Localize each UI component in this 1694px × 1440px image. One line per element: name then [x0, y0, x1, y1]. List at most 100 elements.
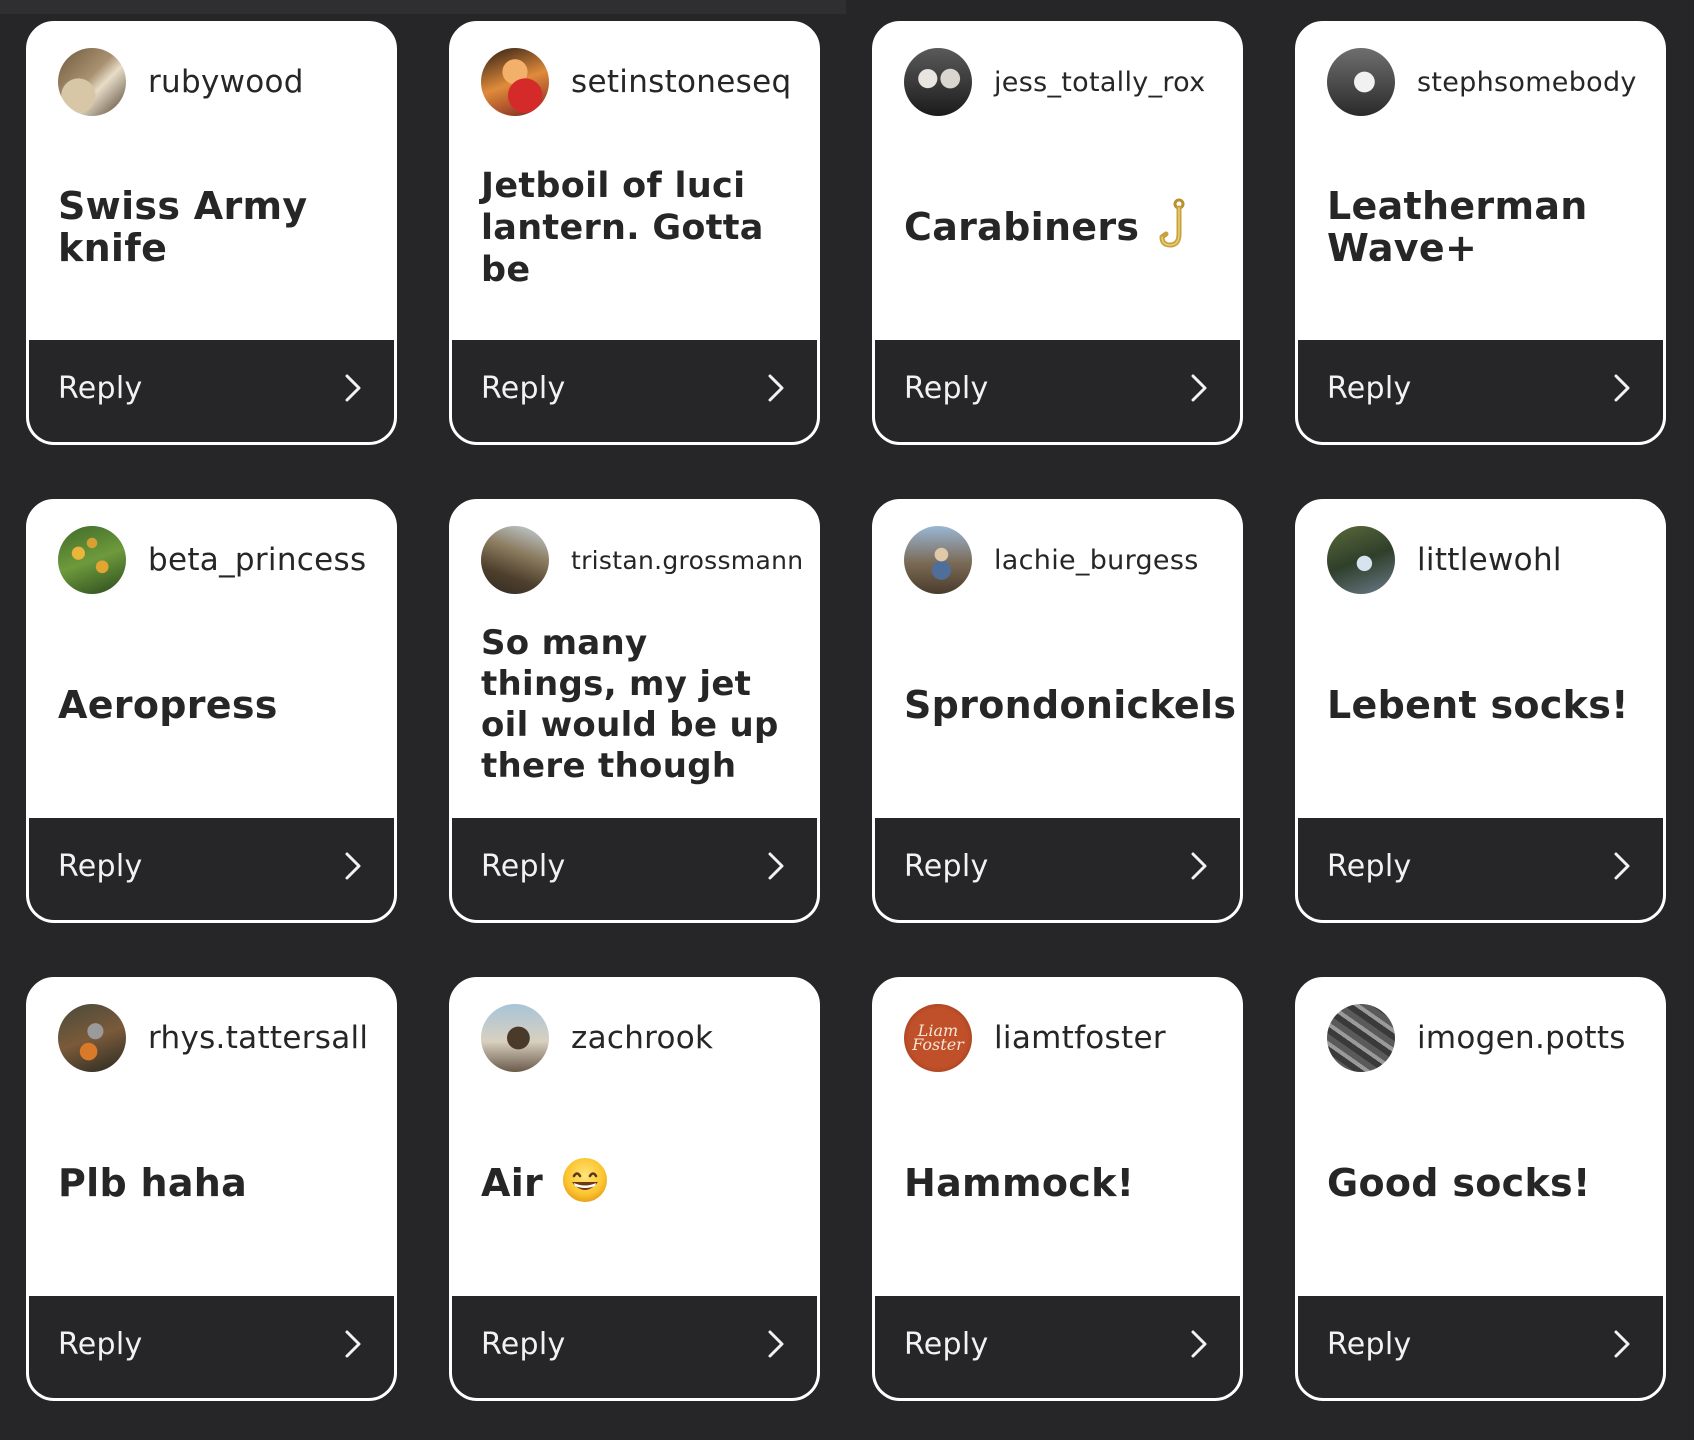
- avatar[interactable]: [58, 526, 126, 594]
- reply-card: rhys.tattersall Plb haha Reply: [26, 977, 397, 1401]
- chevron-right-icon: [1607, 1329, 1637, 1359]
- reply-card: tristan.grossmann So many things, my jet…: [449, 499, 820, 923]
- chevron-right-icon: [761, 373, 791, 403]
- card-header: imogen.potts: [1327, 1003, 1649, 1073]
- reply-card: zachrook Air Reply: [449, 977, 820, 1401]
- card-header: lachie_burgess: [904, 525, 1226, 595]
- avatar[interactable]: Liam Foster: [904, 1004, 972, 1072]
- card-content: Liam Foster liamtfoster Hammock!: [875, 980, 1240, 1296]
- username[interactable]: zachrook: [571, 1020, 713, 1056]
- reply-label: Reply: [1327, 1326, 1412, 1362]
- message-text: Carabiners: [904, 124, 1218, 332]
- reply-button[interactable]: Reply: [875, 1296, 1240, 1398]
- username[interactable]: liamtfoster: [994, 1020, 1166, 1056]
- reply-button[interactable]: Reply: [1298, 818, 1663, 920]
- reply-button[interactable]: Reply: [452, 818, 817, 920]
- card-content: setinstoneseq Jetboil of luci lantern. G…: [452, 24, 817, 340]
- reply-label: Reply: [481, 370, 566, 406]
- message-body: Sprondonickels: [904, 683, 1237, 728]
- username[interactable]: tristan.grossmann: [571, 546, 803, 575]
- card-content: stephsomebody Leatherman Wave+: [1298, 24, 1663, 340]
- avatar[interactable]: [1327, 48, 1395, 116]
- reply-button[interactable]: Reply: [29, 818, 394, 920]
- reply-button[interactable]: Reply: [1298, 340, 1663, 442]
- reply-card: setinstoneseq Jetboil of luci lantern. G…: [449, 21, 820, 445]
- reply-button[interactable]: Reply: [452, 1296, 817, 1398]
- username[interactable]: imogen.potts: [1417, 1020, 1626, 1056]
- avatar[interactable]: [904, 48, 972, 116]
- avatar[interactable]: [481, 526, 549, 594]
- reply-card: Liam Foster liamtfoster Hammock! Reply: [872, 977, 1243, 1401]
- card-content: lachie_burgess Sprondonickels: [875, 502, 1240, 818]
- reply-button[interactable]: Reply: [452, 340, 817, 442]
- reply-card: beta_princess Aeropress Reply: [26, 499, 397, 923]
- reply-label: Reply: [481, 848, 566, 884]
- message-text: Plb haha: [58, 1080, 372, 1288]
- card-header: Liam Foster liamtfoster: [904, 1003, 1226, 1073]
- reply-button[interactable]: Reply: [875, 340, 1240, 442]
- username[interactable]: rubywood: [148, 64, 304, 100]
- message-text: Lebent socks!: [1327, 602, 1641, 810]
- chevron-right-icon: [338, 1329, 368, 1359]
- message-text: Hammock!: [904, 1080, 1218, 1288]
- avatar[interactable]: [481, 1004, 549, 1072]
- message-text: Swiss Army knife: [58, 124, 372, 332]
- username[interactable]: rhys.tattersall: [148, 1020, 368, 1056]
- card-content: rubywood Swiss Army knife: [29, 24, 394, 340]
- reply-button[interactable]: Reply: [29, 1296, 394, 1398]
- avatar[interactable]: [1327, 1004, 1395, 1072]
- card-content: zachrook Air: [452, 980, 817, 1296]
- reply-label: Reply: [481, 1326, 566, 1362]
- message-body: Hammock!: [904, 1161, 1135, 1206]
- reply-label: Reply: [58, 1326, 143, 1362]
- reply-card: rubywood Swiss Army knife Reply: [26, 21, 397, 445]
- chevron-right-icon: [1184, 373, 1214, 403]
- message-text: Aeropress: [58, 602, 372, 810]
- message-text: Leatherman Wave+: [1327, 124, 1641, 332]
- avatar-logo: Liam Foster: [912, 1020, 964, 1054]
- card-content: littlewohl Lebent socks!: [1298, 502, 1663, 818]
- card-content: imogen.potts Good socks!: [1298, 980, 1663, 1296]
- avatar[interactable]: [1327, 526, 1395, 594]
- message-text: Sprondonickels: [904, 602, 1236, 810]
- card-content: beta_princess Aeropress: [29, 502, 394, 818]
- reply-button[interactable]: Reply: [875, 818, 1240, 920]
- username[interactable]: lachie_burgess: [994, 545, 1199, 576]
- username[interactable]: littlewohl: [1417, 542, 1562, 578]
- avatar[interactable]: [481, 48, 549, 116]
- reply-card: imogen.potts Good socks! Reply: [1295, 977, 1666, 1401]
- message-body: Swiss Army knife: [58, 184, 308, 270]
- card-content: rhys.tattersall Plb haha: [29, 980, 394, 1296]
- avatar[interactable]: [58, 48, 126, 116]
- message-body: Aeropress: [58, 683, 278, 728]
- reply-card: stephsomebody Leatherman Wave+ Reply: [1295, 21, 1666, 445]
- reply-label: Reply: [904, 370, 989, 406]
- avatar[interactable]: [904, 526, 972, 594]
- card-content: jess_totally_rox Carabiners: [875, 24, 1240, 340]
- replies-grid: rubywood Swiss Army knife Reply setinsto…: [26, 21, 1666, 1401]
- reply-label: Reply: [904, 1326, 989, 1362]
- username[interactable]: setinstoneseq: [571, 64, 791, 100]
- message-text: Jetboil of luci lantern. Gotta be: [481, 124, 795, 332]
- card-header: tristan.grossmann: [481, 525, 803, 595]
- card-header: zachrook: [481, 1003, 803, 1073]
- chevron-right-icon: [338, 373, 368, 403]
- message-body: Plb haha: [58, 1161, 248, 1206]
- username[interactable]: beta_princess: [148, 542, 366, 578]
- reply-button[interactable]: Reply: [29, 340, 394, 442]
- reply-button[interactable]: Reply: [1298, 1296, 1663, 1398]
- card-header: setinstoneseq: [481, 47, 803, 117]
- username[interactable]: stephsomebody: [1417, 67, 1637, 98]
- chevron-right-icon: [1607, 373, 1637, 403]
- username[interactable]: jess_totally_rox: [994, 67, 1205, 98]
- message-text: Good socks!: [1327, 1080, 1641, 1288]
- card-header: rhys.tattersall: [58, 1003, 380, 1073]
- message-body: Air: [481, 1161, 544, 1206]
- chevron-right-icon: [761, 1329, 791, 1359]
- message-body: Lebent socks!: [1327, 683, 1629, 728]
- chevron-right-icon: [761, 851, 791, 881]
- reply-card: lachie_burgess Sprondonickels Reply: [872, 499, 1243, 923]
- reply-label: Reply: [58, 848, 143, 884]
- avatar[interactable]: [58, 1004, 126, 1072]
- card-header: beta_princess: [58, 525, 380, 595]
